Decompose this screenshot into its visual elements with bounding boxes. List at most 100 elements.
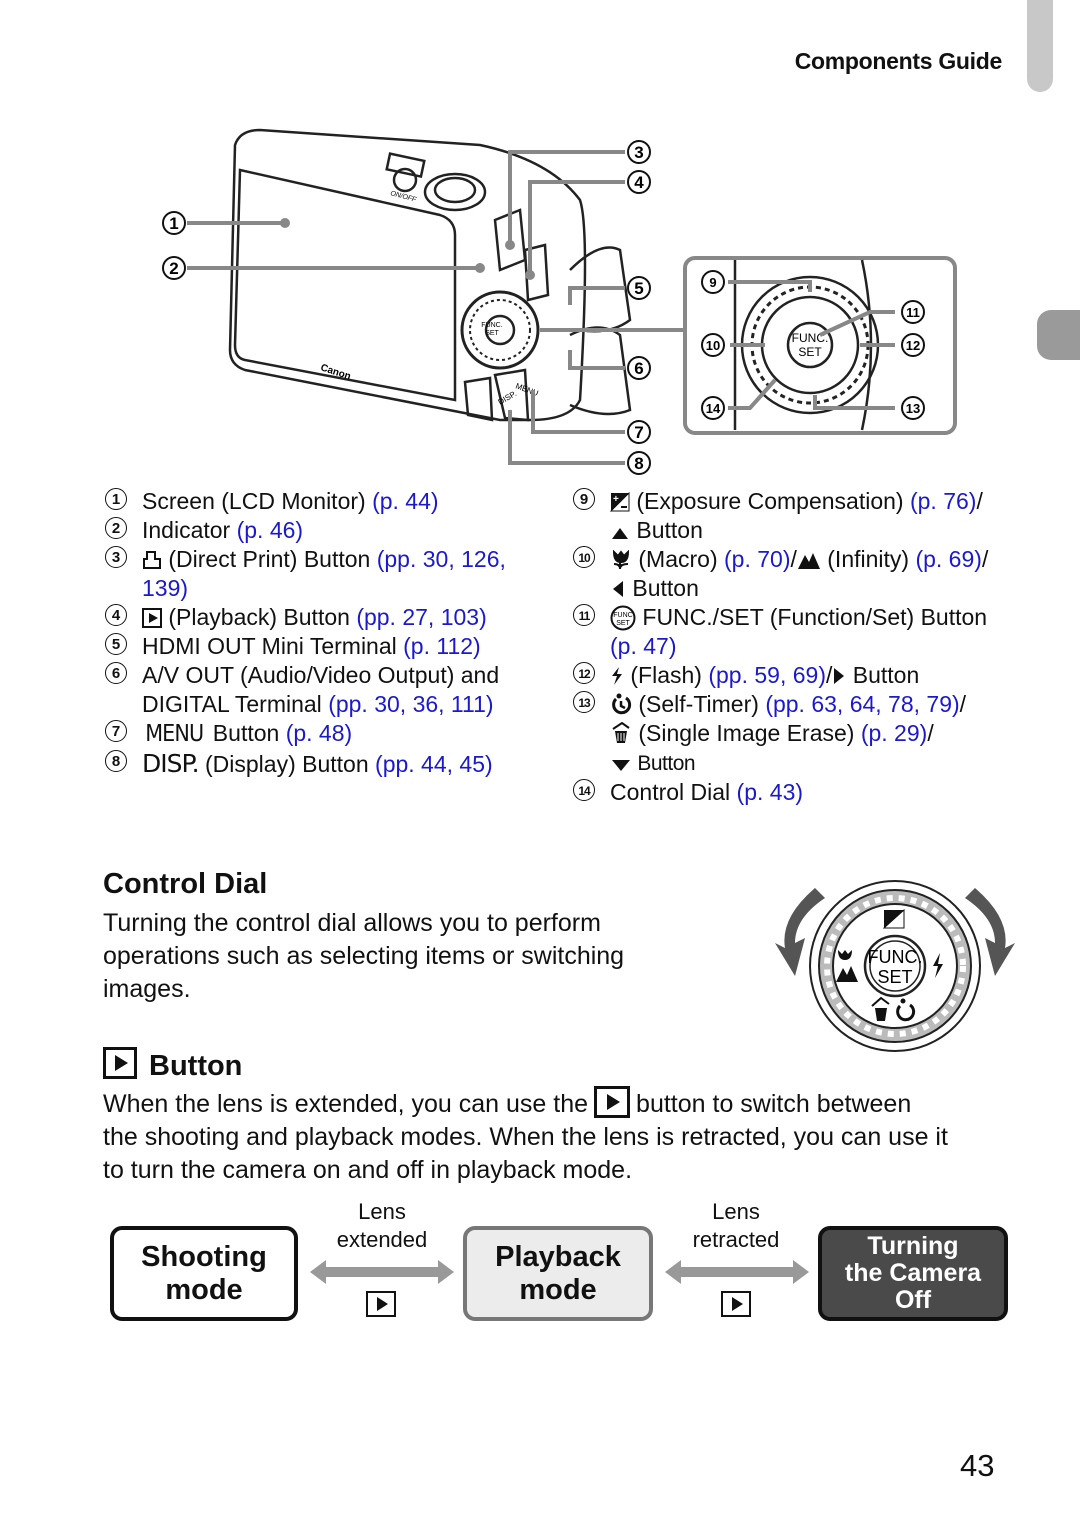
number-badge: 12 xyxy=(573,662,595,684)
camera-illustration xyxy=(228,128,632,422)
playback-button-heading: Button xyxy=(103,1047,242,1083)
playback-icon xyxy=(142,608,162,628)
double-arrow-icon xyxy=(665,1260,809,1284)
page-ref-link[interactable]: 139) xyxy=(142,575,188,601)
callout-3: 3 xyxy=(627,140,651,164)
camera-components-diagram: FUNC. SET ON/OFF MENU DISP. Canon FUNC. … xyxy=(162,128,957,475)
number-badge: 7 xyxy=(105,720,127,742)
svg-text:2: 2 xyxy=(169,259,178,278)
svg-text:SET: SET xyxy=(616,620,630,627)
svg-text:12: 12 xyxy=(906,338,920,353)
transition-label-retracted: Lens retracted xyxy=(692,1199,780,1252)
playback-icon xyxy=(366,1291,396,1317)
playback-button-description: When the lens is extended, you can use t… xyxy=(103,1086,1033,1187)
page-ref-link[interactable]: (p. 76) xyxy=(910,488,976,514)
number-badge: 5 xyxy=(105,633,127,655)
legend-item-4: 4 (Playback) Button (pp. 27, 103) xyxy=(105,603,506,632)
svg-text:11: 11 xyxy=(906,305,920,320)
dial-set-label: SET xyxy=(877,967,912,987)
svg-text:6: 6 xyxy=(634,359,643,378)
number-badge: 8 xyxy=(105,750,127,772)
legend-right: 9 + (Exposure Compensation) (p. 76)/ But… xyxy=(573,487,988,807)
page-ref-link[interactable]: (p. 43) xyxy=(737,779,803,805)
shooting-mode-box: Shooting mode xyxy=(110,1226,298,1321)
disp-icon: DISP. xyxy=(142,749,200,778)
exposure-compensation-icon: + xyxy=(610,492,630,512)
number-badge: 4 xyxy=(105,604,127,626)
page-ref-link[interactable]: (p. 47) xyxy=(610,633,676,659)
number-badge: 3 xyxy=(105,546,127,568)
right-arrow-icon xyxy=(834,668,845,684)
legend-item-7: 7 MENU Button (p. 48) xyxy=(105,719,506,749)
svg-text:10: 10 xyxy=(706,338,720,353)
legend-item-11: 11 FUNC SET FUNC./SET (Function/Set) Butt… xyxy=(573,603,988,661)
number-badge: 1 xyxy=(105,488,127,510)
page-ref-link[interactable]: (p. 46) xyxy=(237,517,303,543)
number-badge: 10 xyxy=(573,546,595,568)
svg-text:7: 7 xyxy=(634,423,643,442)
infinity-icon xyxy=(797,553,820,569)
svg-text:FUNC: FUNC xyxy=(613,612,632,619)
callout-12: 12 xyxy=(901,333,925,357)
svg-text:14: 14 xyxy=(706,401,721,416)
playback-mode-box: Playback mode xyxy=(463,1226,653,1321)
func-label: FUNC. xyxy=(481,322,502,329)
page-number: 43 xyxy=(960,1448,995,1483)
self-timer-icon xyxy=(612,693,632,715)
page-ref-link[interactable]: (p. 44) xyxy=(372,488,438,514)
legend-item-5: 5 HDMI OUT Mini Terminal (p. 112) xyxy=(105,632,506,661)
callout-13: 13 xyxy=(901,396,925,420)
svg-text:5: 5 xyxy=(634,279,643,298)
legend-item-2: 2 Indicator (p. 46) xyxy=(105,516,506,545)
page-ref-link[interactable]: (p. 48) xyxy=(286,720,352,746)
playback-icon xyxy=(594,1086,631,1118)
svg-text:9: 9 xyxy=(709,275,716,290)
page-ref-link[interactable]: (p. 112) xyxy=(403,633,481,659)
control-dial-illustration: FUNC. SET xyxy=(775,880,1015,1052)
control-dial-description: Turning the control dial allows you to p… xyxy=(103,909,625,1003)
legend-item-12: 12 (Flash) (pp. 59, 69)/ Button xyxy=(573,661,988,690)
playback-icon xyxy=(103,1047,137,1079)
page-ref-link[interactable]: (pp. 30, 126, xyxy=(377,546,506,572)
callout-7: 7 xyxy=(627,420,651,444)
number-badge: 14 xyxy=(573,779,595,801)
callout-9: 9 xyxy=(701,270,725,294)
page-ref-link[interactable]: (p. 29) xyxy=(861,720,927,746)
callout-8: 8 xyxy=(627,451,651,475)
callout-5: 5 xyxy=(627,276,651,300)
number-badge: 13 xyxy=(573,691,595,713)
page-ref-link[interactable]: (pp. 27, 103) xyxy=(356,604,486,630)
playback-icon xyxy=(721,1291,751,1317)
func-set-icon: FUNCSET xyxy=(610,605,636,631)
callout-1: 1 xyxy=(162,211,186,235)
number-badge: 6 xyxy=(105,662,127,684)
svg-text:1: 1 xyxy=(169,214,178,233)
callout-4: 4 xyxy=(627,170,651,194)
legend-item-8: 8 DISP. (Display) Button (pp. 44, 45) xyxy=(105,749,506,779)
legend-left: 1 Screen (LCD Monitor) (p. 44) 2 Indicat… xyxy=(105,487,506,779)
page-ref-link[interactable]: (p. 69) xyxy=(915,546,981,572)
number-badge: 9 xyxy=(573,488,595,510)
dial-exposure-icon xyxy=(882,908,905,929)
legend-item-14: 14 Control Dial (p. 43) xyxy=(573,778,988,807)
double-arrow-icon xyxy=(310,1260,454,1284)
menu-icon: MENU xyxy=(145,721,204,747)
page-ref-link[interactable]: (pp. 44, 45) xyxy=(375,751,493,777)
down-arrow-icon xyxy=(612,760,630,771)
svg-text:+: + xyxy=(613,494,619,505)
page-ref-link[interactable]: (pp. 63, 64, 78, 79) xyxy=(765,691,959,717)
section-title: Components Guide xyxy=(794,48,1003,74)
svg-text:3: 3 xyxy=(634,143,643,162)
legend-item-10: 10 (Macro) (p. 70)/ (Infinity) (p. 69)/ … xyxy=(573,545,988,603)
page-ref-link[interactable]: (pp. 30, 36, 111) xyxy=(328,691,493,717)
callout-2: 2 xyxy=(162,256,186,280)
number-badge: 2 xyxy=(105,517,127,539)
inset-set-label: SET xyxy=(798,345,822,359)
number-badge: 11 xyxy=(573,604,595,626)
page-ref-link[interactable]: (p. 70) xyxy=(724,546,790,572)
control-dial-heading: Control Dial xyxy=(103,868,268,900)
legend-item-6: 6 A/V OUT (Audio/Video Output) and DIGIT… xyxy=(105,661,506,719)
svg-text:8: 8 xyxy=(634,454,643,473)
page-ref-link[interactable]: (pp. 59, 69) xyxy=(708,662,826,688)
callout-6: 6 xyxy=(627,356,651,380)
